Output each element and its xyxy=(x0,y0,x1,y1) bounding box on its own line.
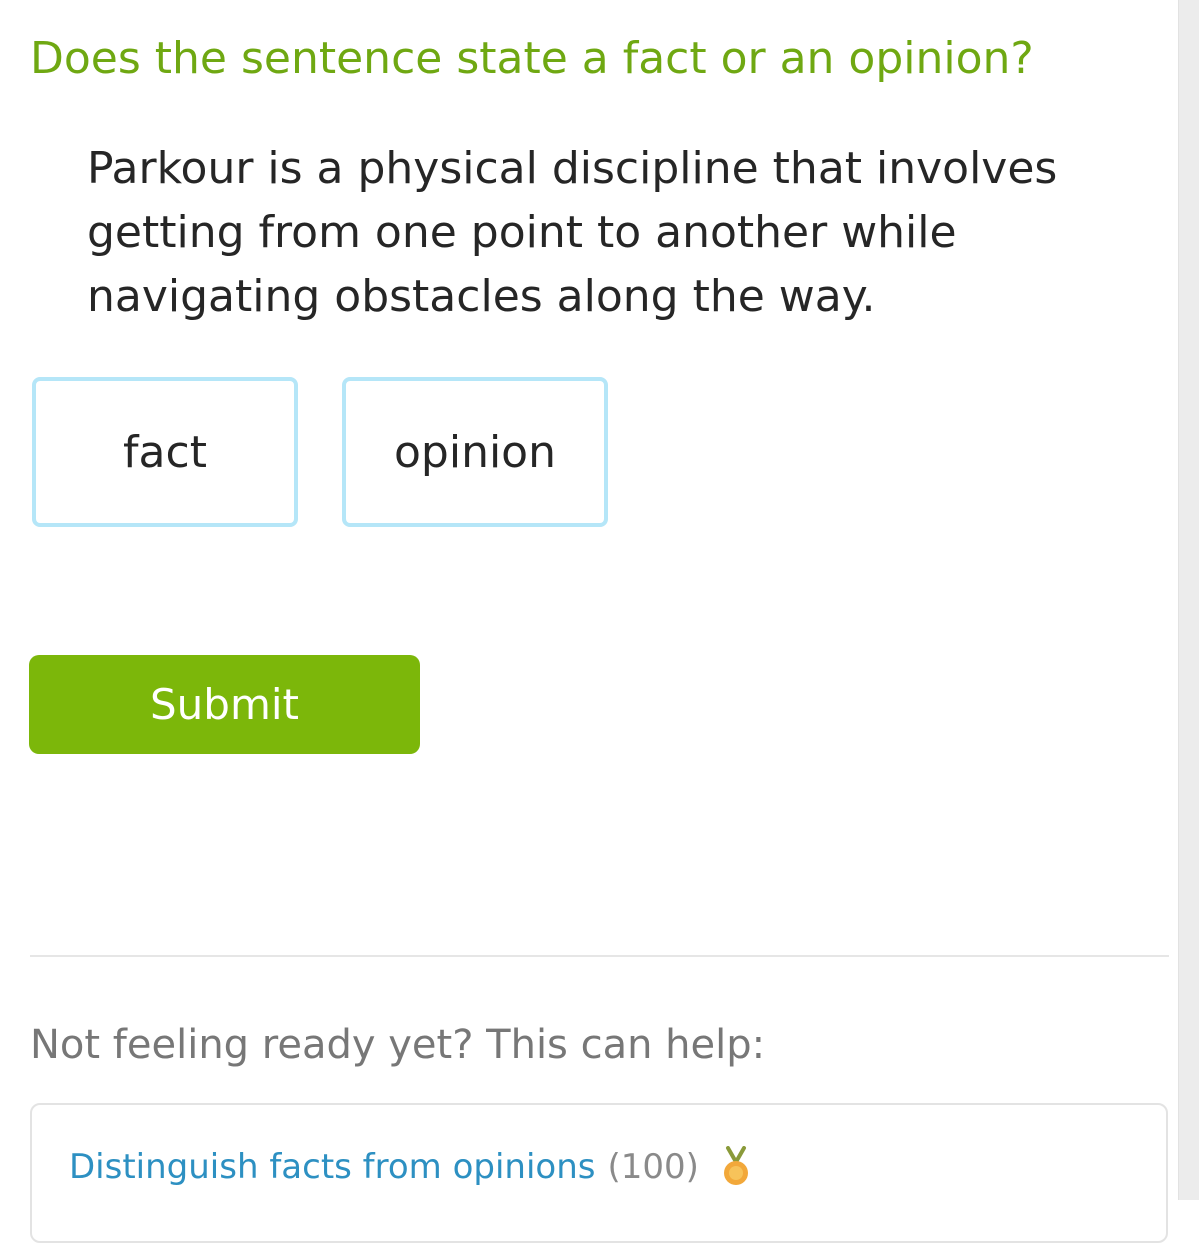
practice-page: Does the sentence state a fact or an opi… xyxy=(0,0,1178,1243)
choice-opinion[interactable]: opinion xyxy=(342,377,608,527)
skill-score: (100) xyxy=(607,1147,699,1187)
question-prompt: Does the sentence state a fact or an opi… xyxy=(30,33,1034,84)
section-divider xyxy=(30,955,1169,957)
sentence-text: Parkour is a physical discipline that in… xyxy=(87,143,1058,322)
skill-link[interactable]: Distinguish facts from opinions xyxy=(69,1145,596,1189)
help-skill-row: Distinguish facts from opinions (100) xyxy=(69,1145,751,1189)
medal-icon xyxy=(721,1146,751,1188)
submit-button[interactable]: Submit xyxy=(29,655,420,754)
help-card: Distinguish facts from opinions (100) xyxy=(30,1103,1168,1243)
scrollbar[interactable] xyxy=(1178,0,1199,1200)
answer-choices: fact opinion xyxy=(32,377,608,527)
help-prompt: Not feeling ready yet? This can help: xyxy=(30,1022,766,1068)
choice-fact[interactable]: fact xyxy=(32,377,298,527)
